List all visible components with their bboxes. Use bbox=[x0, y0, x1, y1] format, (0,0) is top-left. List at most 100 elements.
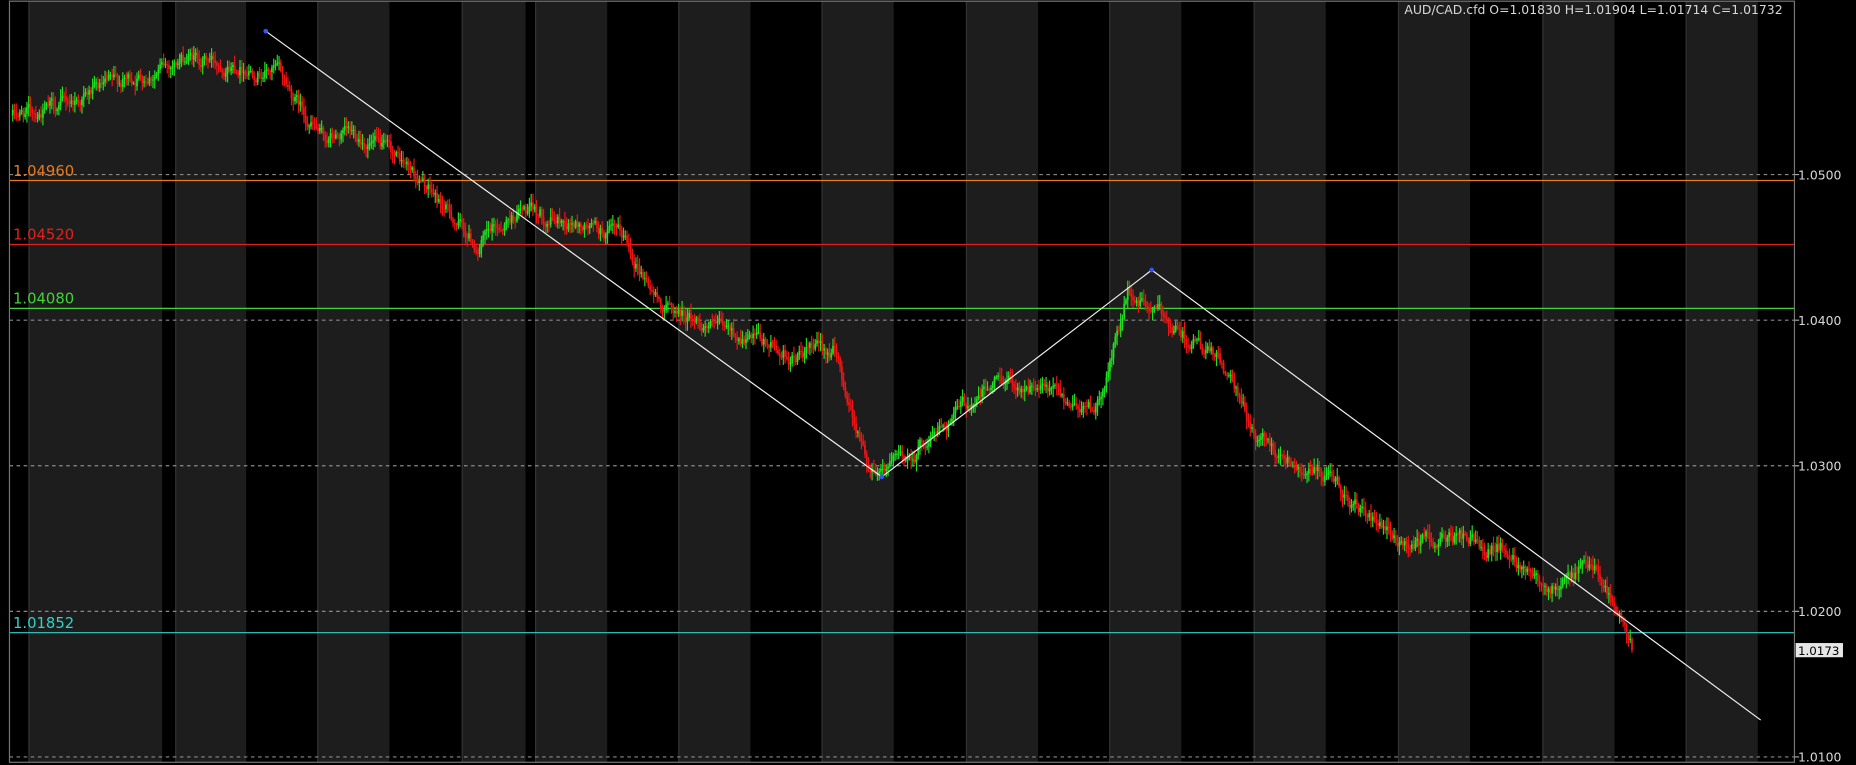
candle-body bbox=[1030, 385, 1033, 387]
candle-body bbox=[61, 95, 64, 99]
candle-body bbox=[773, 344, 776, 346]
candle-body bbox=[1075, 403, 1078, 407]
candle-body bbox=[1093, 410, 1095, 413]
candle-body bbox=[1608, 593, 1610, 595]
candle-body bbox=[1020, 388, 1023, 393]
candle-body bbox=[635, 264, 637, 269]
candle-body bbox=[904, 460, 907, 462]
candle-body bbox=[892, 455, 895, 462]
candle-body bbox=[1583, 560, 1585, 562]
candle-body bbox=[1272, 443, 1275, 451]
candle-body bbox=[260, 76, 263, 79]
candle-body bbox=[988, 389, 991, 390]
session-band-5 bbox=[678, 1, 751, 763]
candle-body bbox=[68, 102, 71, 104]
candle-body bbox=[1490, 545, 1493, 555]
candle-body bbox=[1551, 585, 1553, 594]
candle-body bbox=[1212, 347, 1214, 355]
candle-body bbox=[1165, 317, 1168, 320]
candle-body bbox=[828, 352, 831, 358]
candle-body bbox=[66, 100, 69, 103]
candle-body bbox=[528, 206, 531, 212]
candle-body bbox=[565, 226, 568, 230]
candle-body bbox=[159, 64, 161, 70]
candle-body bbox=[1343, 494, 1346, 498]
candle-body bbox=[1567, 572, 1569, 576]
candle-body bbox=[466, 236, 469, 239]
candle-body bbox=[810, 343, 813, 345]
session-band-8 bbox=[1109, 1, 1182, 763]
candle-body bbox=[535, 206, 538, 216]
candle-body bbox=[176, 63, 179, 65]
candle-body bbox=[1439, 538, 1442, 545]
candle-body bbox=[686, 317, 689, 323]
candle-body bbox=[501, 229, 504, 231]
trendline-anchor-1[interactable] bbox=[879, 474, 885, 480]
candle-body bbox=[1039, 384, 1042, 390]
candle-body bbox=[77, 99, 80, 104]
candle-body bbox=[1538, 580, 1541, 585]
candle-body bbox=[1249, 421, 1252, 429]
candle-body bbox=[1107, 371, 1110, 378]
candle-body bbox=[675, 310, 678, 314]
candle-body bbox=[780, 356, 783, 358]
candle-body bbox=[1391, 533, 1394, 539]
candle-body bbox=[1153, 306, 1156, 310]
trendline-anchor-2[interactable] bbox=[1149, 267, 1155, 273]
candle-body bbox=[318, 128, 321, 131]
candle-body bbox=[223, 72, 225, 77]
candle-body bbox=[782, 350, 785, 358]
candle-body bbox=[1531, 571, 1534, 576]
candle-body bbox=[620, 230, 623, 238]
candle-body bbox=[761, 338, 763, 345]
candle-body bbox=[26, 107, 28, 114]
candle-body bbox=[366, 145, 369, 150]
candle-body bbox=[194, 52, 197, 56]
candle-body bbox=[283, 76, 286, 79]
candle-body bbox=[1188, 346, 1191, 349]
candle-body bbox=[1529, 569, 1532, 572]
candle-body bbox=[1217, 352, 1220, 354]
candle-body bbox=[1176, 325, 1179, 329]
candle-body bbox=[1174, 325, 1177, 332]
candle-body bbox=[279, 62, 282, 71]
candle-body bbox=[1288, 457, 1291, 462]
candle-body bbox=[1293, 465, 1296, 469]
trendline-anchor-0[interactable] bbox=[263, 28, 269, 34]
candle-body bbox=[1386, 526, 1388, 531]
candle-body bbox=[1572, 572, 1575, 579]
candle-body bbox=[896, 453, 898, 455]
candle-body bbox=[651, 289, 653, 292]
candle-body bbox=[663, 310, 666, 312]
candle-body bbox=[532, 202, 534, 210]
candle-body bbox=[1206, 346, 1209, 351]
candle-body bbox=[386, 140, 389, 142]
price-chart[interactable]: 1.04960 1.04520 1.04080 1.01852 1.0500 1.040… bbox=[0, 0, 1856, 765]
candle-body bbox=[883, 468, 886, 471]
candle-body bbox=[1222, 362, 1225, 373]
candle-body bbox=[508, 219, 511, 223]
candle-body bbox=[1084, 405, 1087, 407]
candle-body bbox=[350, 130, 353, 132]
candle-body bbox=[375, 136, 378, 138]
candle-body bbox=[1187, 344, 1189, 347]
candle-body bbox=[546, 223, 549, 227]
candle-body bbox=[1322, 476, 1324, 482]
candle-body bbox=[365, 147, 367, 150]
candle-body bbox=[1004, 383, 1007, 385]
candle-body bbox=[1235, 387, 1237, 389]
candle-body bbox=[1496, 544, 1498, 552]
candle-body bbox=[180, 54, 183, 63]
symbol-info: AUD/CAD.cfd O=1.01830 H=1.01904 L=1.0171… bbox=[1404, 2, 1782, 17]
candle-body bbox=[1286, 457, 1289, 464]
candle-body bbox=[1208, 346, 1211, 352]
candle-body bbox=[230, 67, 232, 72]
candle-body bbox=[1462, 533, 1465, 539]
candle-body bbox=[1416, 538, 1419, 541]
candle-body bbox=[702, 327, 705, 331]
candle-body bbox=[844, 387, 847, 397]
candle-body bbox=[775, 345, 778, 350]
candle-body bbox=[1181, 331, 1184, 338]
candle-body bbox=[714, 321, 717, 323]
candle-body bbox=[1588, 564, 1591, 569]
